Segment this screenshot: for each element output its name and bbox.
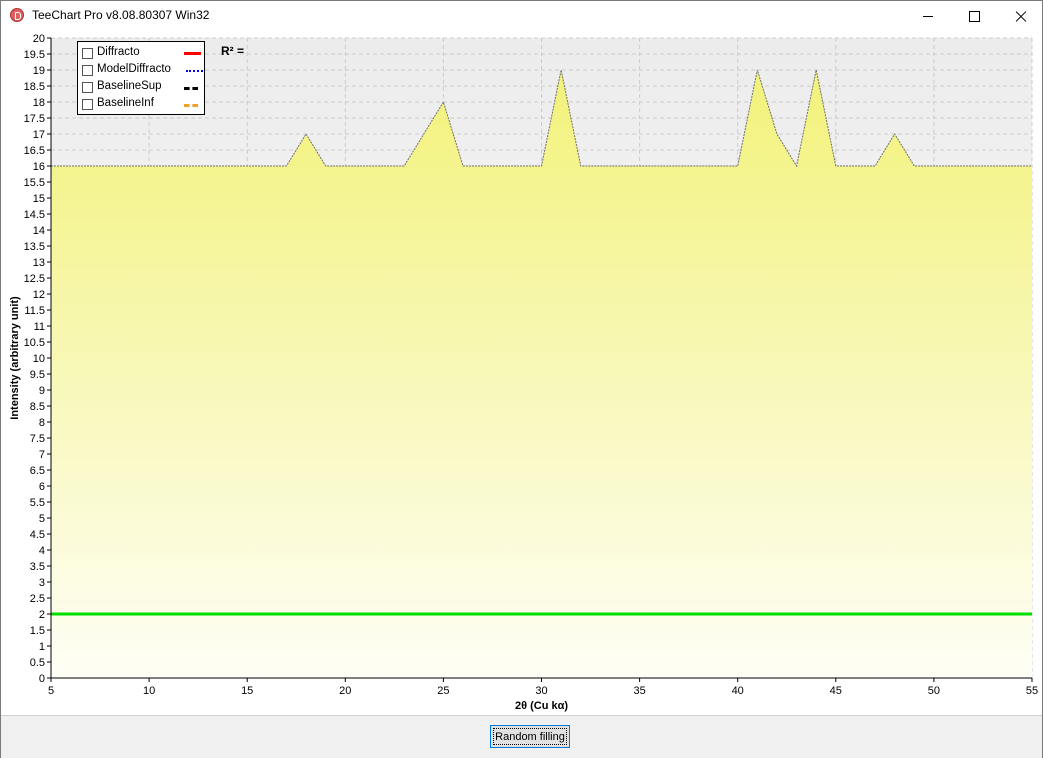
y-tick-label: 8.5 (30, 401, 45, 413)
maximize-button[interactable] (951, 1, 997, 31)
y-tick-label: 17.5 (24, 113, 45, 125)
x-tick-label: 55 (1026, 685, 1038, 697)
x-tick-label: 10 (143, 685, 155, 697)
app-logo-icon (10, 8, 24, 22)
y-tick-label: 4 (39, 545, 45, 557)
y-tick-label: 11 (34, 321, 45, 333)
legend-item-baselineinf[interactable]: BaselineInf (81, 96, 205, 113)
x-tick-label: 30 (535, 685, 547, 697)
y-tick-label: 6.5 (30, 465, 45, 477)
x-tick-label: 20 (339, 685, 351, 697)
legend-label: ModelDiffracto (97, 63, 171, 75)
random-filling-button[interactable]: Random filling (490, 725, 570, 748)
y-tick-label: 2 (39, 609, 45, 621)
y-tick-label: 20 (33, 33, 45, 45)
x-tick-label: 15 (241, 685, 253, 697)
y-tick-label: 8 (39, 417, 45, 429)
y-tick-label: 14 (33, 225, 45, 237)
legend-checkbox[interactable] (82, 48, 93, 59)
legend-label: BaselineInf (97, 97, 154, 109)
y-tick-label: 13 (33, 257, 45, 269)
y-tick-label: 1 (39, 641, 45, 653)
y-tick-label: 5 (39, 513, 45, 525)
y-tick-label: 9.5 (30, 369, 45, 381)
y-tick-label: 13.5 (24, 241, 45, 253)
legend-checkbox[interactable] (82, 65, 93, 76)
title-bar[interactable]: TeeChart Pro v8.08.80307 Win32 (1, 1, 1042, 31)
r-squared-label: R² = (221, 44, 245, 58)
legend-line-symbol (184, 52, 201, 55)
y-axis-title: Intensity (arbitrary unit) (9, 296, 21, 420)
y-tick-label: 6 (39, 481, 45, 493)
x-tick-label: 45 (830, 685, 842, 697)
y-tick-label: 19 (33, 65, 45, 77)
y-tick-label: 1.5 (30, 625, 45, 637)
y-tick-label: 7.5 (30, 433, 45, 445)
y-tick-label: 3 (39, 577, 45, 589)
x-tick-label: 40 (732, 685, 744, 697)
legend-item-diffracto[interactable]: Diffracto (81, 45, 205, 62)
y-tick-label: 7 (39, 449, 45, 461)
x-tick-label: 25 (437, 685, 449, 697)
app-window: TeeChart Pro v8.08.80307 Win32 0 0.5 1 1.5 2… (0, 0, 1043, 758)
y-tick-label: 4.5 (30, 529, 45, 541)
y-tick-label: 10.5 (24, 337, 45, 349)
y-tick-label: 3.5 (30, 561, 45, 573)
x-tick-label: 50 (928, 685, 940, 697)
y-tick-label: 0 (39, 673, 45, 685)
y-tick-label: 0.5 (30, 657, 45, 669)
y-tick-label: 12.5 (24, 273, 45, 285)
y-tick-label: 2.5 (30, 593, 45, 605)
y-tick-label: 18.5 (24, 81, 45, 93)
y-tick-label: 17 (33, 129, 45, 141)
y-tick-label: 9 (39, 385, 45, 397)
legend-line-symbol (184, 87, 198, 90)
y-tick-label: 5.5 (30, 497, 45, 509)
y-tick-label: 15.5 (24, 177, 45, 189)
bottom-toolbar: Random filling (1, 715, 1042, 758)
legend-label: Diffracto (97, 46, 140, 58)
x-axis-title: 2θ (Cu kα) (515, 700, 568, 712)
legend: Diffracto ModelDiffracto BaselineSup Bas… (77, 41, 205, 115)
x-tick-label: 5 (48, 685, 54, 697)
legend-checkbox[interactable] (82, 82, 93, 93)
y-tick-label: 12 (33, 289, 45, 301)
y-tick-label: 11.5 (24, 305, 45, 317)
legend-item-modeldiffracto[interactable]: ModelDiffracto (81, 62, 205, 79)
y-tick-label: 16 (33, 161, 45, 173)
y-tick-label: 14.5 (24, 209, 45, 221)
close-button[interactable] (997, 1, 1043, 31)
chart-panel[interactable]: 0 0.5 1 1.5 2 2.5 3 3.5 4 4.5 5 5.5 6 6.5 7 7.5 8 8.5 9 9.5… (1, 31, 1042, 715)
window-title: TeeChart Pro v8.08.80307 Win32 (32, 8, 210, 22)
legend-label: BaselineSup (97, 80, 162, 92)
legend-line-symbol (186, 70, 203, 72)
y-tick-label: 19.5 (24, 49, 45, 61)
x-tick-label: 35 (633, 685, 645, 697)
y-tick-label: 15 (33, 193, 45, 205)
legend-checkbox[interactable] (82, 99, 93, 110)
y-tick-label: 16.5 (24, 145, 45, 157)
chart-canvas[interactable]: 00.511.522.533.544.555.566.577.588.599.5… (1, 31, 1042, 715)
y-tick-label: 10 (33, 353, 45, 365)
minimize-button[interactable] (905, 1, 951, 31)
y-tick-label: 18 (33, 97, 45, 109)
legend-item-baselinesup[interactable]: BaselineSup (81, 79, 205, 96)
legend-line-symbol (184, 104, 198, 107)
